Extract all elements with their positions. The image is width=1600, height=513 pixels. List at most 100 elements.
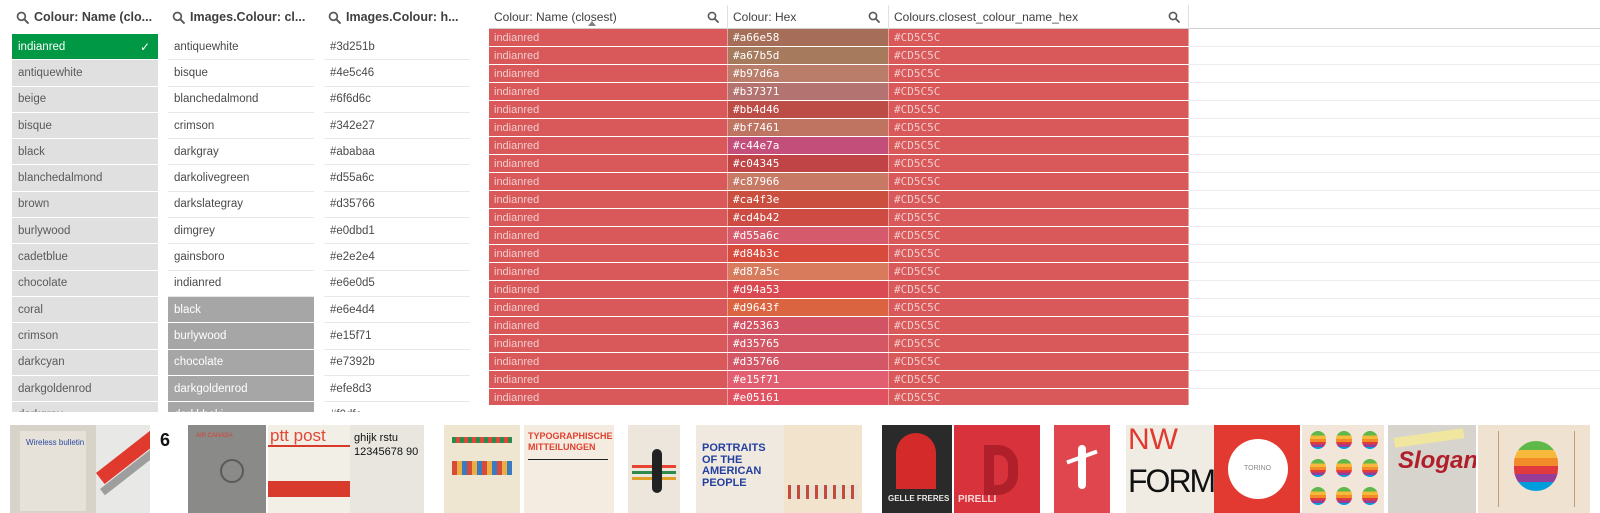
filter-pane-colour-name[interactable]: Colour: Name (clo... indianred ✓ antiquewh… <box>12 0 158 412</box>
table-row: indianred #b97d6a #CD5C5C <box>489 65 1600 83</box>
search-icon[interactable] <box>868 11 880 23</box>
search-icon[interactable] <box>707 11 719 23</box>
filter-list[interactable]: antiquewhite bisque blanchedalmond crimson d… <box>168 34 314 412</box>
cell-closest-hex: #CD5C5C <box>889 245 1189 262</box>
list-item[interactable]: crimson <box>12 323 158 350</box>
list-item[interactable]: darkgoldenrod <box>12 375 158 403</box>
filter-pane-images-colour-hex[interactable]: Images.Colour: h... #3d251b #4e5c46 #6f6d6… <box>324 0 470 412</box>
list-item[interactable]: crimson <box>168 112 314 140</box>
list-item[interactable]: burlywood <box>12 218 158 245</box>
filter-list[interactable]: #3d251b #4e5c46 #6f6d6c #342e27 #ababaa #d55a… <box>324 34 470 412</box>
list-item[interactable]: coral <box>12 296 158 324</box>
list-item[interactable]: darkcyan <box>12 349 158 376</box>
list-item[interactable]: bisque <box>168 60 314 87</box>
filter-pane-images-colour-closest[interactable]: Images.Colour: cl... antiquewhite bisque b… <box>168 0 314 412</box>
cell-closest-hex: #CD5C5C <box>889 101 1189 118</box>
search-icon[interactable] <box>1168 11 1180 23</box>
list-item[interactable]: brown <box>12 191 158 219</box>
list-item[interactable]: beige <box>12 86 158 113</box>
cell-empty <box>1189 119 1600 137</box>
thumbnail-dancer-poster[interactable] <box>628 425 680 513</box>
thumbnail-illustrated-poster[interactable] <box>444 425 520 513</box>
column-header-colour-name[interactable]: Colour: Name (closest) <box>489 5 728 29</box>
filter-pane-header[interactable]: Images.Colour: h... <box>324 0 470 34</box>
thumbnail-typographische-mitteilungen[interactable]: TYPOGRAPHISCHE MITTEILUNGEN <box>524 425 614 513</box>
list-item[interactable]: black <box>12 139 158 166</box>
list-item[interactable]: indianred <box>168 270 314 297</box>
list-item[interactable]: #efe8d3 <box>324 375 470 403</box>
thumbnail-gelle-freres[interactable]: GELLE FRERES <box>882 425 952 513</box>
list-item[interactable]: #4e5c46 <box>324 60 470 87</box>
list-item[interactable]: darkgray <box>168 139 314 166</box>
list-item-label: brown <box>18 198 50 211</box>
column-header-empty <box>1189 5 1600 29</box>
list-item[interactable]: black <box>168 296 314 324</box>
list-item[interactable]: #d35766 <box>324 191 470 219</box>
cell-colour-name: indianred <box>489 83 728 100</box>
thumbnail-slogan[interactable]: Slogan <box>1388 425 1476 513</box>
thumbnail-air-canada-cover[interactable]: AIR CANADA <box>188 425 266 513</box>
list-item[interactable]: #342e27 <box>324 112 470 140</box>
list-item[interactable]: #e15f71 <box>324 323 470 350</box>
list-item-label: #d35766 <box>330 198 375 211</box>
list-item[interactable]: darkslategray <box>168 191 314 219</box>
cell-colour-hex: #e05161 <box>728 389 889 405</box>
thumbnail-new-york-forma[interactable]: NWFORMA <box>1126 425 1214 513</box>
list-item[interactable]: #e0dbd1 <box>324 218 470 245</box>
column-header-closest-hex[interactable]: Colours.closest_colour_name_hex <box>889 5 1189 29</box>
thumbnail-pirelli[interactable]: PIRELLI <box>954 425 1040 513</box>
list-item[interactable]: #ababaa <box>324 139 470 166</box>
search-icon[interactable] <box>172 11 185 24</box>
list-item[interactable]: cadetblue <box>12 244 158 271</box>
list-item[interactable]: blanchedalmond <box>168 86 314 113</box>
list-item[interactable]: gainsboro <box>168 244 314 271</box>
list-item[interactable]: darkgray <box>12 402 158 412</box>
list-item[interactable]: darkgoldenrod <box>168 375 314 403</box>
cell-empty <box>1189 173 1600 191</box>
list-item[interactable]: #d55a6c <box>324 165 470 192</box>
filter-pane-header[interactable]: Images.Colour: cl... <box>168 0 314 34</box>
cell-closest-hex: #CD5C5C <box>889 371 1189 388</box>
cell-colour-hex: #d87a5c <box>728 263 889 280</box>
cell-closest-hex: #CD5C5C <box>889 155 1189 172</box>
search-icon[interactable] <box>16 11 29 24</box>
list-item[interactable]: chocolate <box>12 270 158 297</box>
table-row: indianred #d94a53 #CD5C5C <box>489 281 1600 299</box>
column-header-colour-hex[interactable]: Colour: Hex <box>728 5 889 29</box>
list-item[interactable]: #6f6d6c <box>324 86 470 113</box>
list-item[interactable]: darkolivegreen <box>168 165 314 192</box>
filter-pane-header[interactable]: Colour: Name (clo... <box>12 0 158 34</box>
filter-list[interactable]: indianred ✓ antiquewhite beige bisque black bl… <box>12 34 158 412</box>
thumbnail-ptt-post[interactable]: ptt post <box>268 425 350 513</box>
list-item[interactable]: indianred ✓ <box>12 34 158 61</box>
list-item[interactable]: burlywood <box>168 323 314 350</box>
list-item-label: chocolate <box>18 277 68 290</box>
thumbnail-wireless-bulletin[interactable]: Wireless bulletin <box>10 425 96 513</box>
search-icon[interactable] <box>328 11 341 24</box>
list-item[interactable]: antiquewhite <box>168 34 314 61</box>
thumbnail-apple-repeat[interactable] <box>1302 425 1384 513</box>
list-item[interactable]: darkkhaki <box>168 402 314 412</box>
list-item-label: beige <box>18 93 47 106</box>
list-item[interactable]: #e6e0d5 <box>324 270 470 297</box>
list-item-label: #e0dbd1 <box>330 224 375 237</box>
list-item[interactable]: chocolate <box>168 349 314 376</box>
thumbnail-number-six-cover[interactable]: 6 <box>96 425 178 513</box>
list-item[interactable]: dimgrey <box>168 218 314 245</box>
table-row: indianred #d35766 #CD5C5C <box>489 353 1600 371</box>
list-item[interactable]: #3d251b <box>324 34 470 61</box>
list-item[interactable]: #e6e4d4 <box>324 296 470 324</box>
list-item[interactable]: #e7392b <box>324 349 470 376</box>
thumbnail-text: PIRELLI <box>958 494 997 505</box>
thumbnail-portraits-american-people[interactable]: PORTRAITS OF THE AMERICAN PEOPLE <box>696 425 862 513</box>
list-item[interactable]: blanchedalmond <box>12 165 158 192</box>
thumbnail-red-dancer[interactable] <box>1054 425 1110 513</box>
thumbnail-apple-logo[interactable] <box>1478 425 1590 513</box>
list-item[interactable]: #e2e2e4 <box>324 244 470 271</box>
list-item[interactable]: antiquewhite <box>12 60 158 87</box>
thumbnail-torino[interactable]: TORINO <box>1214 425 1300 513</box>
list-item[interactable]: bisque <box>12 112 158 140</box>
cell-closest-hex: #CD5C5C <box>889 389 1189 405</box>
list-item[interactable]: #f0dfc <box>324 402 470 412</box>
thumbnail-typeface-specimen[interactable]: ghijk rstu 12345678 90 <box>350 425 438 513</box>
